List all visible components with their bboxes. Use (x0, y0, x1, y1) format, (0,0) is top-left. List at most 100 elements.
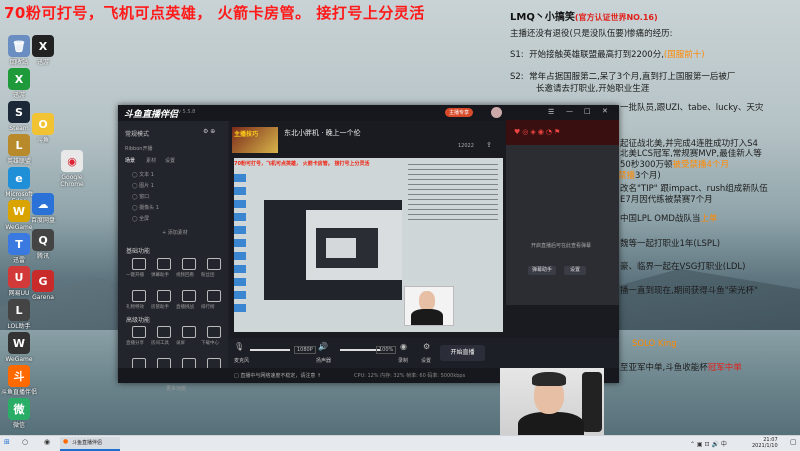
app-icon: ☁ (32, 193, 54, 215)
source-item[interactable]: ◯ 摄像头 1 (132, 204, 159, 211)
app-icon: O (32, 113, 54, 135)
live-panel-header: ♥◎◈◉◔⚑ (506, 120, 619, 145)
profile-line-9: E7月因代练被禁赛7个月 (620, 195, 713, 205)
function-icon[interactable] (207, 258, 221, 270)
avatar[interactable] (491, 107, 502, 118)
start-live-button[interactable]: 开始直播 (440, 345, 485, 361)
app-icon: e (8, 167, 30, 189)
function-label: 房管助手 (151, 305, 169, 310)
notification-icon[interactable]: ▢ (790, 438, 797, 446)
section-advanced-title: 高级功能 (126, 317, 151, 324)
desktop-icon-label: 英雄联盟 (6, 158, 31, 165)
profile-line-14: SOLO King (632, 339, 677, 349)
menu-icon[interactable]: ☰ (548, 108, 554, 116)
tray-icons[interactable]: ⌃ ▣ ⊡ 🔊 中 (690, 439, 727, 448)
settings-gear-icon[interactable]: ⚙ ⊕ (203, 128, 215, 135)
source-item[interactable]: ◯ 文本 1 (132, 171, 154, 178)
room-title[interactable]: 东北小胖机 · 晚上一个伦 (284, 128, 361, 138)
profile-line-10: 中国LPL OMD战队当上单 (620, 214, 718, 224)
maximize-icon[interactable]: □ (584, 107, 591, 115)
source-item[interactable]: ◯ 窗口 (132, 193, 149, 200)
settings-icon[interactable]: ⚙ (423, 342, 430, 351)
search-icon[interactable]: ○ (22, 438, 28, 446)
live-panel-icons[interactable]: ♥◎◈◉◔⚑ (514, 128, 562, 136)
tab-settings[interactable]: 设置 (165, 157, 175, 164)
desktop-icon[interactable]: 斗斗鱼直播伴侣 (0, 365, 38, 396)
app-icon: Q (32, 229, 54, 251)
function-icon[interactable] (157, 326, 171, 338)
chrome-taskbar-icon[interactable]: ◉ (44, 438, 50, 446)
desktop-icon[interactable]: 微微信 (0, 398, 38, 429)
speaker-volume-slider[interactable] (340, 349, 380, 351)
more-functions-link[interactable]: 更多功能 (166, 385, 186, 392)
live-panel-settings-button[interactable]: 设置 (564, 266, 586, 275)
desktop-icon-label: Google Chrome (60, 174, 84, 188)
mic-volume-slider[interactable] (250, 349, 290, 351)
function-icon[interactable] (207, 326, 221, 338)
function-icon[interactable] (157, 290, 171, 302)
mic-icon[interactable]: 🎙 (234, 342, 244, 351)
desktop-icon[interactable]: O 斗鱼 (24, 113, 62, 144)
function-icon[interactable] (132, 290, 146, 302)
taskbar-app-label: 斗鱼直播伴侣 (72, 440, 103, 446)
danmu-assistant-button[interactable]: 弹幕助手 (528, 266, 556, 275)
resolution-value[interactable]: 1080P (294, 346, 316, 354)
minimize-icon[interactable]: — (566, 107, 573, 115)
scene-mode-select[interactable]: 常规模式 (125, 129, 149, 138)
scene-sub-label: Ribbon开播 (125, 146, 153, 152)
speaker-label: 扬声器 (316, 358, 332, 364)
desktop-icon[interactable]: L LOL助手 (0, 299, 38, 330)
profile-line-15: 至亚军中单,斗鱼收能杯冠军中单 (620, 363, 742, 373)
clock[interactable]: 21:07 2021/1/10 (752, 437, 778, 449)
tab-material[interactable]: 素材 (146, 157, 156, 164)
live-chat-panel: ♥◎◈◉◔⚑ 开启直播后可在此查看弹幕 弹幕助手 设置 (506, 120, 619, 305)
volume-value[interactable]: 100% (376, 346, 397, 354)
vip-button[interactable]: 主播专享 (445, 108, 474, 117)
function-icon[interactable] (207, 290, 221, 302)
function-label: 直播分享 (126, 341, 144, 346)
profile-line-3: 一批队员,跟UZI、tabe、lucky、天灾 (620, 103, 764, 113)
section-basic-title: 基础功能 (126, 248, 151, 255)
desktop-icon[interactable]: X 迅游 (0, 68, 38, 99)
desktop-icon-label: 斗鱼直播伴侣 (0, 389, 37, 396)
share-icon[interactable]: ⇪ (486, 141, 492, 149)
function-icon[interactable] (132, 258, 146, 270)
desktop-icon-label: 腾讯 (36, 253, 49, 260)
function-label: 粉丝团 (201, 273, 215, 278)
add-source-button[interactable]: + 添加素材 (162, 229, 188, 236)
preview-webcam (404, 286, 454, 326)
desktop-icon[interactable]: W WeGame (0, 332, 38, 363)
profile-line-7: 禁播3个月) (618, 171, 661, 181)
profile-line-s2b: 长邀请去打职业,开始职业生涯 (536, 84, 650, 94)
record-icon[interactable]: ◉ (400, 342, 407, 351)
taskbar-app-douyu[interactable]: ● 斗鱼直播伴侣 (60, 437, 120, 451)
desktop-icon[interactable]: ◉ Google Chrome (53, 150, 91, 188)
tab-scene[interactable]: 场景 (125, 157, 135, 164)
app-version: v 5.5.8 (178, 109, 196, 115)
close-icon[interactable]: ✕ (602, 107, 608, 115)
app-icon: W (8, 332, 30, 354)
function-icon[interactable] (157, 258, 171, 270)
app-icon: G (32, 270, 54, 292)
status-message: □ 直播中与网络速度不稳定，请注意 ↑ (234, 373, 322, 379)
desktop-icon-label: 微信 (12, 422, 25, 429)
desktop-icon[interactable]: X 迅游 (24, 35, 62, 66)
desktop-icon[interactable]: G Garena (24, 270, 62, 301)
function-icon[interactable] (182, 290, 196, 302)
live-panel-message: 开启直播后可在此查看弹幕 (531, 243, 592, 249)
source-item[interactable]: ◯ 全屏 (132, 215, 149, 222)
speaker-icon[interactable]: 🔊 (318, 342, 328, 351)
desktop-icon[interactable]: Q 腾讯 (24, 229, 62, 260)
function-label: 录屏 (176, 341, 185, 346)
source-item[interactable]: ◯ 图片 1 (132, 182, 154, 189)
preview-banner: 70粉可打号，飞机可点英雄， 火箭卡房管。 接打号上分灵活 (234, 161, 370, 167)
function-icon[interactable] (182, 258, 196, 270)
desktop-icon[interactable]: ☁ 百度网盘 (24, 193, 62, 224)
app-sidebar: 常规模式 ⚙ ⊕ Ribbon开播 场景 素材 设置 ◯ 文本 1 ◯ 图片 1 ◯… (118, 121, 228, 392)
function-icon[interactable] (132, 326, 146, 338)
start-button[interactable]: ⊞ (4, 438, 10, 446)
function-icon[interactable] (182, 326, 196, 338)
room-id: 12022 (458, 143, 474, 149)
record-label: 录制 (398, 358, 409, 364)
desktop-icon-label: Garena (32, 294, 54, 301)
